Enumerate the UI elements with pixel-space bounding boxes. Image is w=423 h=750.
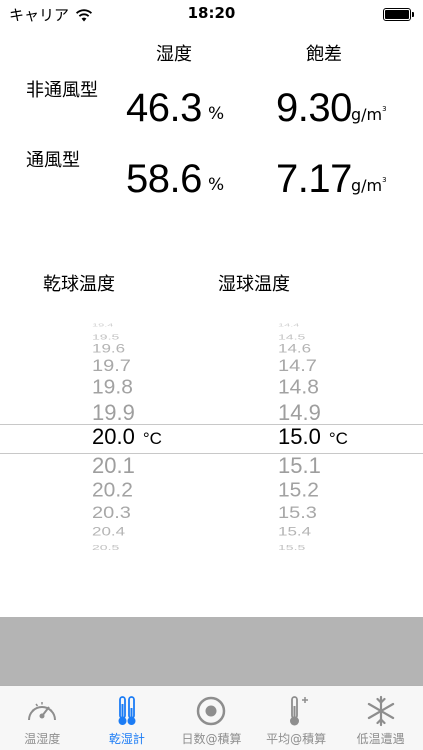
deficit-unit-exponent: 3 (382, 105, 387, 113)
picker-unit: °C (142, 429, 162, 448)
picker-option[interactable]: 15.2 (278, 481, 319, 501)
picker-option-value: 20.2 (92, 479, 133, 502)
picker-option-value: 15.5 (278, 542, 306, 552)
picker-option[interactable]: 14.6 (278, 343, 311, 355)
gray-band (0, 617, 423, 685)
picker-option[interactable]: 14.9 (278, 402, 321, 424)
picker-selected-value[interactable]: 15.0 °C (278, 426, 348, 448)
picker-option-value: 20.1 (92, 453, 135, 478)
picker-unit: °C (328, 429, 348, 448)
tab-bar: 温湿度 乾湿計 日数@積算 平均@積算 低温遭遇 (0, 685, 423, 750)
humidity-header: 湿度 (156, 44, 192, 65)
deficit-unit-exponent: 3 (382, 176, 387, 184)
picker-option[interactable]: 15.1 (278, 455, 321, 477)
tab-label: 温湿度 (24, 732, 61, 746)
picker-option[interactable]: 20.4 (92, 526, 125, 538)
gauge-icon (28, 702, 57, 721)
picker-option-value: 14.7 (278, 356, 317, 376)
battery-icon (383, 8, 414, 21)
picker-option[interactable]: 19.9 (92, 402, 135, 424)
picker-option-value: 19.4 (92, 322, 114, 328)
picker-option-value: 14.9 (278, 400, 321, 425)
deficit-unit-text: g/m (351, 105, 383, 124)
thermometer-plus-icon (290, 696, 309, 726)
picker-option[interactable]: 20.5 (92, 543, 119, 551)
picker-option[interactable]: 19.5 (92, 333, 119, 341)
tab-days-accumulation[interactable]: 日数@積算 (169, 686, 254, 750)
picker-option[interactable]: 14.8 (278, 378, 319, 398)
picker-option[interactable]: 15.3 (278, 503, 317, 523)
picker-option-value: 19.6 (92, 341, 126, 356)
wet-bulb-picker[interactable]: 14.4 14.5 14.6 14.7 14.8 14.9 15.0 °C 15.1 15.2 15… (278, 320, 423, 551)
deficit-unit-text: g/m (351, 176, 383, 195)
picker-option-value: 15.3 (278, 503, 317, 523)
picker-option-value: 14.4 (278, 322, 300, 328)
picker-option[interactable]: 20.3 (92, 503, 131, 523)
picker-option-value: 19.7 (92, 356, 131, 376)
picker-option[interactable]: 14.5 (278, 333, 305, 341)
tab-psychrometer[interactable]: 乾湿計 (85, 686, 170, 750)
non-ventilated-humidity-value: 46.3 (126, 86, 202, 130)
picker-option-value: 15.2 (278, 479, 319, 502)
picker-option[interactable]: 19.6 (92, 343, 125, 355)
picker-option[interactable]: 14.4 (278, 323, 299, 328)
picker-option-value: 19.9 (92, 400, 135, 425)
tab-label: 低温遭遇 (356, 732, 405, 746)
status-time: 18:20 (187, 4, 236, 22)
wet-bulb-title: 湿球温度 (218, 274, 290, 295)
ventilated-label: 通風型 (26, 150, 80, 171)
ventilated-humidity-value: 58.6 (126, 157, 202, 201)
picker-option[interactable]: 19.4 (92, 323, 113, 328)
target-icon (197, 696, 226, 726)
tab-label: 日数@積算 (181, 732, 242, 746)
tab-label: 乾湿計 (108, 732, 145, 746)
picker-option-value: 14.8 (278, 376, 319, 399)
status-bar: キャリア 18:20 (0, 0, 423, 28)
picker-selected-value[interactable]: 20.0 °C (92, 426, 162, 448)
picker-option-value: 15.0 (278, 424, 321, 449)
picker-option[interactable]: 15.5 (278, 543, 305, 551)
ventilated-humidity-unit: % (208, 175, 225, 195)
picker-option[interactable]: 20.2 (92, 481, 133, 501)
picker-option[interactable]: 14.7 (278, 356, 317, 376)
tab-label: 平均@積算 (266, 732, 327, 746)
picker-option-value: 15.4 (278, 524, 312, 539)
picker-option-value: 19.5 (92, 332, 120, 342)
dry-bulb-title: 乾球温度 (43, 274, 115, 295)
snowflake-icon (367, 695, 394, 727)
picker-option[interactable]: 15.4 (278, 526, 311, 538)
picker-option[interactable]: 20.1 (92, 455, 135, 477)
ventilated-deficit-unit: g/m3 (351, 176, 387, 195)
non-ventilated-deficit-value: 9.30 (276, 86, 352, 130)
picker-option-value: 14.6 (278, 341, 312, 356)
tab-temp-humidity[interactable]: 温湿度 (0, 686, 85, 750)
non-ventilated-humidity-unit: % (208, 104, 225, 124)
picker-option-value: 20.5 (92, 542, 120, 552)
ventilated-deficit-value: 7.17 (276, 157, 352, 201)
dry-bulb-picker[interactable]: 19.4 19.5 19.6 19.7 19.8 19.9 20.0 °C 20.1 20.2 20… (92, 320, 252, 551)
picker-option-value: 20.0 (92, 424, 135, 449)
picker-option-value: 19.8 (92, 376, 133, 399)
picker-option[interactable]: 19.7 (92, 356, 131, 376)
non-ventilated-label: 非通風型 (26, 80, 98, 101)
tab-average-accumulation[interactable]: 平均@積算 (254, 686, 339, 750)
picker-option-value: 15.1 (278, 453, 321, 478)
picker-option[interactable]: 19.8 (92, 378, 133, 398)
non-ventilated-deficit-unit: g/m3 (351, 105, 387, 124)
tab-low-temp-exposure[interactable]: 低温遭遇 (338, 686, 423, 750)
picker-option-value: 14.5 (278, 332, 306, 342)
picker-option-value: 20.3 (92, 503, 131, 523)
picker-option-value: 20.4 (92, 524, 126, 539)
thermometer-pair-icon (118, 696, 136, 725)
deficit-header: 飽差 (306, 44, 342, 65)
